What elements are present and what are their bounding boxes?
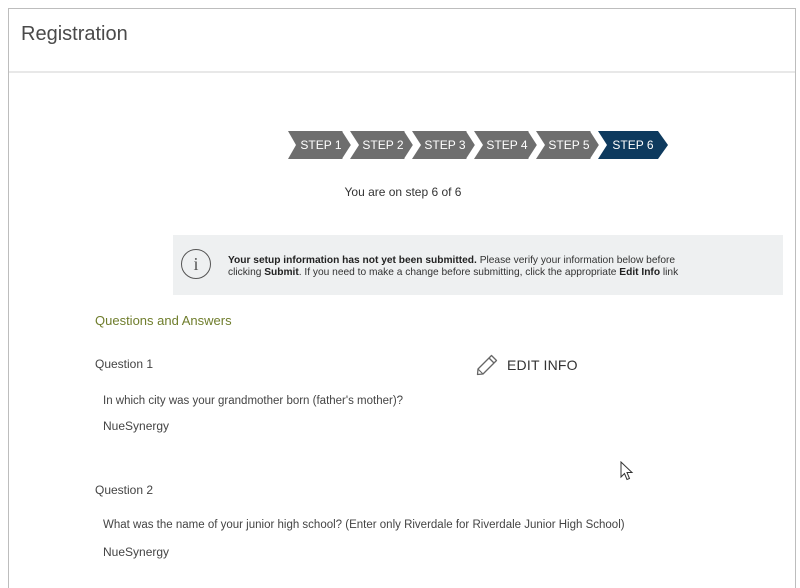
info-notice: i Your setup information has not yet bee… — [173, 235, 783, 295]
section-title: Questions and Answers — [95, 313, 232, 328]
step-3-label: STEP 3 — [424, 138, 466, 152]
question-2-answer: NueSynergy — [103, 545, 170, 559]
info-submit-word: Submit — [264, 267, 299, 278]
step-5-label: STEP 5 — [548, 138, 590, 152]
question-1-answer: NueSynergy — [103, 419, 170, 433]
question-1-text: In which city was your grandmother born … — [103, 395, 404, 407]
step-2-label: STEP 2 — [362, 138, 404, 152]
mouse-cursor-icon — [620, 461, 634, 481]
step-2: STEP 2 — [350, 131, 414, 159]
step-3: STEP 3 — [412, 131, 476, 159]
step-1: STEP 1 — [288, 131, 352, 159]
step-6-active: STEP 6 — [598, 131, 668, 159]
info-text-2: clicking — [228, 267, 265, 278]
question-2-text: What was the name of your junior high sc… — [103, 519, 625, 531]
question-2-label: Question 2 — [95, 483, 154, 497]
step-4: STEP 4 — [474, 131, 538, 159]
panel-header: Registration — [9, 9, 795, 73]
step-caption: You are on step 6 of 6 — [344, 185, 462, 199]
question-1-label: Question 1 — [95, 357, 154, 371]
info-circle-icon: i — [181, 249, 211, 279]
info-edit-word: Edit Info — [619, 267, 661, 278]
step-1-label: STEP 1 — [300, 138, 342, 152]
step-4-label: STEP 4 — [486, 138, 528, 152]
info-bold-text: Your setup information has not yet been … — [228, 255, 477, 266]
info-text-4: link — [660, 267, 679, 278]
step-6-label: STEP 6 — [612, 138, 654, 152]
registration-panel: Registration STEP 1 STEP 2 STEP 3 STEP 4… — [8, 8, 796, 588]
step-5: STEP 5 — [536, 131, 600, 159]
edit-info-label: EDIT INFO — [507, 357, 578, 373]
info-text-3: . If you need to make a change before su… — [298, 267, 620, 278]
edit-info-button[interactable]: EDIT INFO — [475, 352, 578, 378]
info-text-1: Please verify your information below bef… — [476, 255, 676, 266]
info-message: Your setup information has not yet been … — [228, 255, 778, 279]
pencil-icon — [476, 354, 498, 376]
page-title: Registration — [21, 23, 128, 45]
